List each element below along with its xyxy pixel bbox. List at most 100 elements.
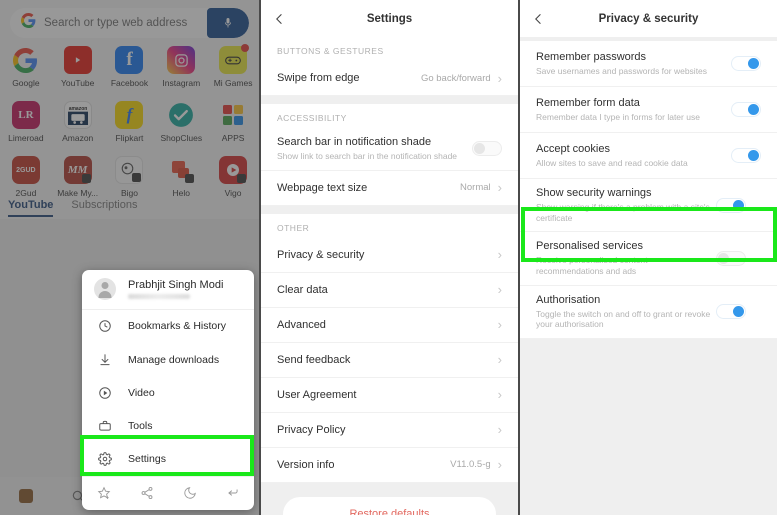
row-title: Swipe from edge: [277, 72, 360, 84]
row-main: Personalised services Receive personalis…: [536, 240, 716, 276]
row-subtitle: Remember data I type in forms for later …: [536, 111, 700, 122]
row-title: Remember form data: [536, 96, 640, 109]
avatar: [94, 278, 116, 301]
row-main: Remember form data Remember data I type …: [536, 97, 731, 123]
row-title: Send feedback: [277, 353, 351, 366]
section-label: OTHER: [261, 213, 518, 238]
row-title: Webpage text size: [277, 181, 368, 194]
toggle-switch[interactable]: [731, 102, 761, 117]
privacy-row-remember-passwords[interactable]: Remember passwords Save usernames and pa…: [520, 41, 777, 87]
row-title: Version info: [277, 458, 335, 471]
page-title: Settings: [366, 12, 413, 25]
privacy-security-list: Remember passwords Save usernames and pa…: [520, 41, 777, 339]
privacy-panel-tail: [520, 338, 777, 515]
chevron-right-icon: ›: [497, 247, 502, 263]
settings-row-search-bar-notification-shade[interactable]: Search bar in notification shade Show li…: [261, 128, 518, 171]
row-title: Authorisation: [536, 293, 601, 306]
row-title: Search bar in notification shade: [277, 136, 432, 148]
three-panel-screenshot: Search or type web address: [0, 0, 777, 515]
privacy-row-authorisation[interactable]: Authorisation Toggle the switch on and o…: [520, 285, 777, 339]
row-subtitle: Show warning if there's a problem with a…: [536, 202, 710, 223]
restore-defaults-button[interactable]: Restore defaults: [283, 496, 496, 515]
row-title: Accept cookies: [536, 142, 610, 155]
browser-home-panel: Search or type web address: [0, 0, 259, 515]
row-main: Send feedback: [277, 354, 498, 366]
settings-row-send-feedback[interactable]: Send feedback ›: [261, 342, 518, 378]
toggle-switch[interactable]: [472, 141, 502, 157]
row-subtitle: Receive personalised content recommendat…: [536, 255, 648, 276]
night-mode-icon[interactable]: [168, 486, 211, 500]
chevron-left-icon[interactable]: [532, 12, 545, 25]
row-main: Accept cookies Allow sites to save and r…: [536, 143, 731, 169]
menu-item-label: Settings: [128, 453, 166, 466]
row-main: Swipe from edge: [277, 72, 421, 84]
row-value: Go back/forward: [420, 72, 491, 84]
chevron-right-icon: ›: [497, 457, 502, 473]
settings-row-clear-data[interactable]: Clear data ›: [261, 272, 518, 308]
privacy-row-remember-form-data[interactable]: Remember form data Remember data I type …: [520, 87, 777, 133]
privacy-row-show-security-warnings[interactable]: Show security warnings Show warning if t…: [520, 179, 777, 233]
chevron-right-icon: ›: [497, 352, 502, 368]
toggle-switch[interactable]: [716, 304, 746, 320]
restore-defaults-area: Restore defaults: [261, 482, 518, 515]
row-main: Advanced: [277, 319, 498, 331]
section-divider: [261, 205, 518, 214]
settings-row-version-info[interactable]: Version info V11.0.5-g ›: [261, 447, 518, 483]
clock-icon: [94, 319, 116, 333]
chevron-right-icon: ›: [497, 387, 502, 403]
settings-header: Settings: [261, 0, 518, 37]
settings-row-privacy-policy[interactable]: Privacy Policy ›: [261, 412, 518, 448]
section-divider: [261, 96, 518, 104]
row-title: Privacy & security: [277, 248, 365, 261]
settings-row-swipe-from-edge[interactable]: Swipe from edge Go back/forward ›: [261, 61, 518, 96]
share-icon[interactable]: [125, 486, 168, 500]
menu-item-video[interactable]: Video: [82, 376, 254, 409]
row-main: Privacy & security: [277, 249, 498, 261]
row-main: Search bar in notification shade Show li…: [277, 136, 472, 162]
section-label: BUTTONS & GESTURES: [261, 37, 518, 61]
row-title: Remember passwords: [536, 50, 647, 63]
menu-item-label: Manage downloads: [128, 353, 220, 366]
toggle-switch[interactable]: [731, 56, 761, 71]
row-main: Clear data: [277, 284, 498, 296]
toggle-switch[interactable]: [716, 250, 746, 266]
settings-panel: Settings BUTTONS & GESTURES Swipe from e…: [259, 0, 518, 515]
settings-row-user-agreement[interactable]: User Agreement ›: [261, 377, 518, 413]
menu-item-settings[interactable]: Settings: [82, 443, 254, 476]
chevron-right-icon: ›: [497, 422, 502, 438]
redacted-email: [128, 294, 190, 300]
row-main: Version info: [277, 459, 450, 471]
chevron-right-icon: ›: [497, 317, 502, 333]
settings-row-privacy-security[interactable]: Privacy & security ›: [261, 237, 518, 273]
settings-row-advanced[interactable]: Advanced ›: [261, 307, 518, 343]
privacy-security-header: Privacy & security: [520, 0, 777, 37]
menu-item-manage-downloads[interactable]: Manage downloads: [82, 343, 254, 376]
row-main: Webpage text size: [277, 182, 460, 194]
add-bookmark-icon[interactable]: [82, 486, 125, 500]
settings-row-webpage-text-size[interactable]: Webpage text size Normal ›: [261, 170, 518, 206]
settings-list: BUTTONS & GESTURES Swipe from edge Go ba…: [261, 37, 518, 483]
menu-item-bookmarks-history[interactable]: Bookmarks & History: [82, 310, 254, 343]
menu-profile-row[interactable]: Prabhjit Singh Modi: [82, 270, 254, 310]
menu-item-label: Tools: [128, 420, 153, 433]
menu-item-tools[interactable]: Tools: [82, 409, 254, 442]
row-main: User Agreement: [277, 389, 498, 401]
row-main: Show security warnings Show warning if t…: [536, 187, 716, 223]
row-title: Privacy Policy: [277, 423, 346, 436]
gear-icon: [94, 452, 116, 467]
menu-item-label: Bookmarks & History: [128, 320, 227, 333]
row-subtitle: Toggle the switch on and off to grant or…: [536, 308, 711, 330]
chevron-left-icon[interactable]: [273, 12, 286, 25]
menu-item-label: Video: [128, 386, 155, 399]
privacy-row-personalised-services[interactable]: Personalised services Receive personalis…: [520, 232, 777, 286]
chevron-right-icon: ›: [497, 70, 502, 86]
toggle-switch[interactable]: [731, 148, 761, 163]
toggle-switch[interactable]: [716, 197, 746, 213]
privacy-row-accept-cookies[interactable]: Accept cookies Allow sites to save and r…: [520, 133, 777, 179]
row-title: Clear data: [277, 283, 328, 296]
row-value: V11.0.5-g: [450, 459, 491, 471]
exit-icon[interactable]: [211, 486, 254, 500]
profile-text: Prabhjit Singh Modi: [128, 279, 223, 300]
row-subtitle: Allow sites to save and read cookie data: [536, 157, 688, 168]
row-main: Remember passwords Save usernames and pa…: [536, 51, 731, 77]
